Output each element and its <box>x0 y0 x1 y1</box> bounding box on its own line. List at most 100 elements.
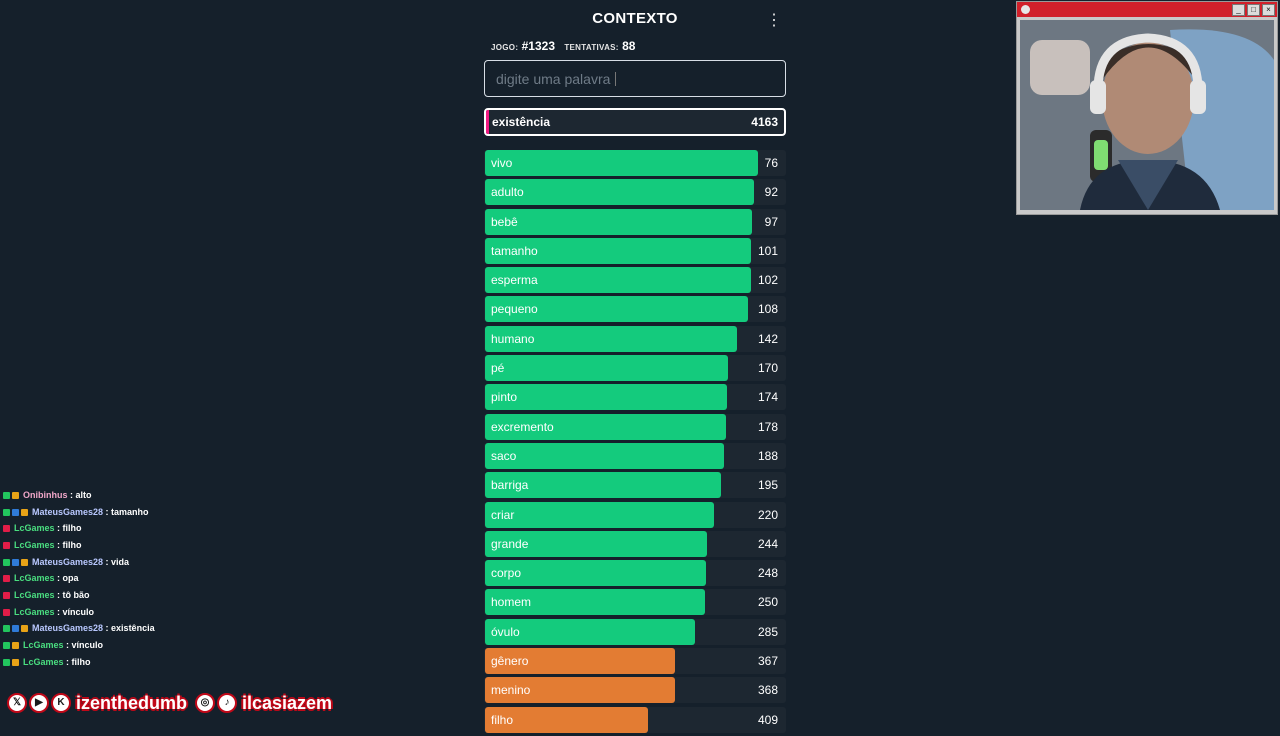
guess-word: grande <box>491 536 529 551</box>
chat-badge-icon <box>12 642 19 650</box>
webcam-window: _ □ × <box>1016 1 1278 215</box>
last-guess-row: existência 4163 <box>484 108 786 136</box>
guess-word: pequeno <box>491 302 538 317</box>
chat-separator: : <box>54 523 63 534</box>
kick-icon: K <box>51 693 71 713</box>
guess-rank: 368 <box>757 683 778 698</box>
guess-word: excremento <box>491 419 554 434</box>
social-handle-1: izenthedumb <box>76 692 187 713</box>
chat-badge-icon <box>3 541 10 549</box>
guess-input-box[interactable] <box>484 60 786 97</box>
webcam-titlebar: _ □ × <box>1017 2 1277 17</box>
similarity-bar <box>485 208 753 235</box>
chat-message: MateusGames28 : vida <box>3 554 303 571</box>
guess-row: esperma 102 <box>484 267 786 294</box>
chat-text: filho <box>71 656 91 667</box>
guess-row: menino 368 <box>484 677 786 704</box>
similarity-bar <box>485 150 759 176</box>
last-guess-word: existência <box>492 115 551 129</box>
chat-badge-icon <box>3 508 10 516</box>
guess-rank: 248 <box>757 566 778 581</box>
guess-input[interactable] <box>485 61 785 96</box>
guess-row: corpo 248 <box>484 560 786 587</box>
chat-username: LcGames <box>23 656 64 667</box>
chat-separator: : <box>103 623 112 634</box>
guess-word: pé <box>491 361 505 376</box>
chat-username: MateusGames28 <box>32 556 104 567</box>
guess-rank: 174 <box>757 390 778 405</box>
chat-message: LcGames : vínculo <box>3 604 303 621</box>
maximize-button[interactable]: □ <box>1247 4 1260 16</box>
similarity-bar <box>485 501 714 528</box>
guess-row: saco 188 <box>484 442 786 469</box>
guess-word: menino <box>491 683 531 698</box>
more-options-icon[interactable]: ⋮ <box>766 12 782 30</box>
chat-separator: : <box>63 656 72 667</box>
chat-separator: : <box>54 573 63 584</box>
chat-username: LcGames <box>14 589 55 600</box>
similarity-bar <box>485 355 729 382</box>
attempts-label: TENTATIVAS: <box>564 43 619 52</box>
chat-message: LcGames : vínculo <box>3 637 303 654</box>
chat-message: MateusGames28 : existência <box>3 621 303 638</box>
guess-word: adulto <box>491 185 524 200</box>
guess-row: criar 220 <box>484 501 786 528</box>
similarity-bar <box>485 179 754 206</box>
chat-badge-icon <box>3 608 10 616</box>
minimize-button[interactable]: _ <box>1232 4 1245 16</box>
chat-badge-icon <box>12 625 19 633</box>
guess-word: esperma <box>491 273 538 288</box>
chat-text: tô bão <box>62 589 90 600</box>
close-button[interactable]: × <box>1262 4 1275 16</box>
game-info: JOGO: #1323 TENTATIVAS: 88 <box>491 39 641 53</box>
chat-message: LcGames : opa <box>3 570 303 587</box>
chat-message: LcGames : filho <box>3 654 303 671</box>
guess-row: grande 244 <box>484 530 786 557</box>
youtube-icon: ▶ <box>29 693 49 713</box>
chat-badge-icon <box>12 508 19 516</box>
chat-separator: : <box>54 606 63 617</box>
chat-message: LcGames : filho <box>3 520 303 537</box>
guess-word: óvulo <box>491 624 520 639</box>
chat-username: LcGames <box>14 573 55 584</box>
chat-badge-icon <box>3 525 10 533</box>
guess-rank: 108 <box>757 302 778 317</box>
chat-badge-icon <box>3 491 10 499</box>
guess-rank: 285 <box>757 624 778 639</box>
guess-rank: 102 <box>757 273 778 288</box>
chat-message: MateusGames28 : tamanho <box>3 504 303 521</box>
chat-username: LcGames <box>14 606 55 617</box>
guess-row: excremento 178 <box>484 413 786 440</box>
tiktok-icon: ♪ <box>217 693 237 713</box>
chat-text: tamanho <box>111 506 149 517</box>
guess-row: pequeno 108 <box>484 296 786 323</box>
chat-username: LcGames <box>14 523 55 534</box>
guess-row: pinto 174 <box>484 384 786 411</box>
guess-word: barriga <box>491 478 529 493</box>
chat-badge-icon <box>12 558 19 566</box>
chat-separator: : <box>103 506 112 517</box>
guess-word: corpo <box>491 566 522 581</box>
chat-badge-icon <box>3 625 10 633</box>
chat-text: opa <box>62 573 79 584</box>
guess-row: homem 250 <box>484 589 786 616</box>
guess-rank: 170 <box>757 361 778 376</box>
last-guess-rank: 4163 <box>751 115 778 129</box>
guess-word: gênero <box>491 654 529 669</box>
chat-username: Onibinhus <box>23 489 68 500</box>
guess-row: gênero 367 <box>484 648 786 675</box>
streamer-silhouette <box>1020 20 1274 210</box>
chat-badge-icon <box>3 591 10 599</box>
app-icon <box>1021 5 1030 14</box>
chat-badge-icon <box>3 658 10 666</box>
guess-word: saco <box>491 448 517 463</box>
x-icon: 𝕏 <box>7 693 27 713</box>
chat-text: existência <box>111 623 155 634</box>
guess-word: homem <box>491 595 532 610</box>
chat-text: vínculo <box>62 606 95 617</box>
guess-rank: 142 <box>757 331 778 346</box>
similarity-bar <box>485 384 727 411</box>
guess-rank: 101 <box>757 243 778 258</box>
chat-badge-icon <box>21 625 28 633</box>
guess-row: barriga 195 <box>484 472 786 499</box>
